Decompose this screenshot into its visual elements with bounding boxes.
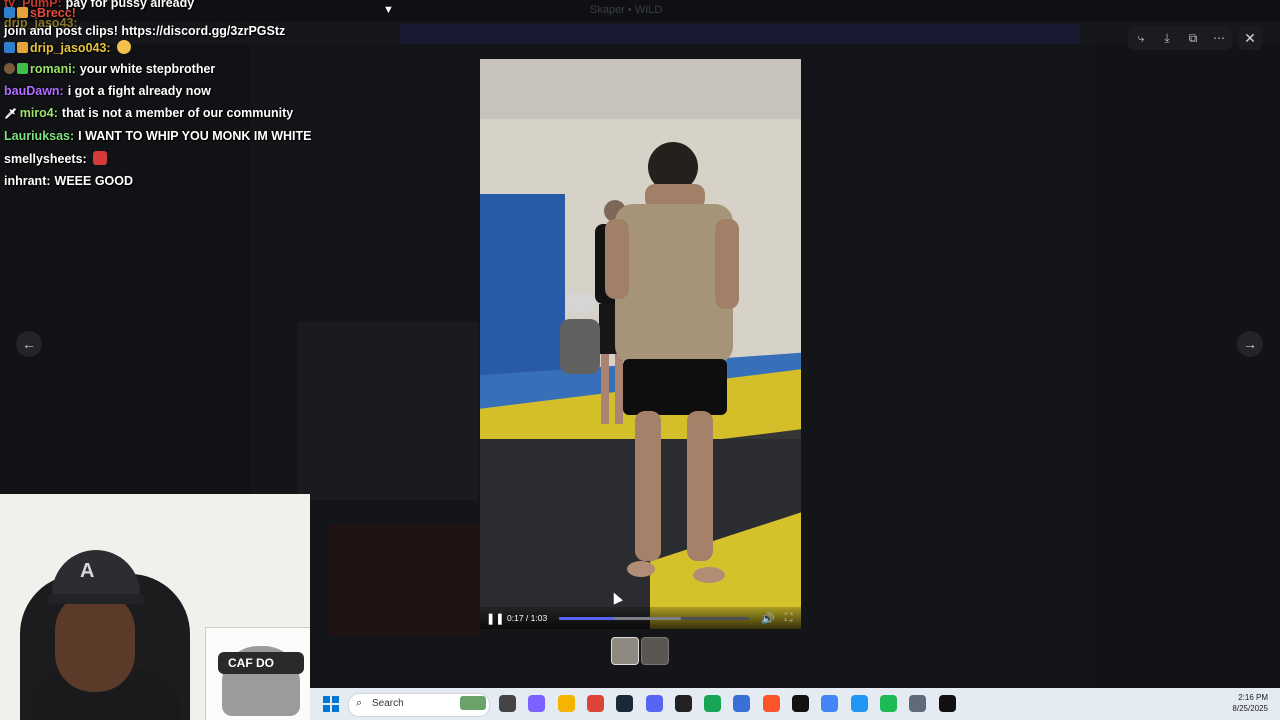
- webcam-overlay: A CAF DO: [0, 494, 310, 720]
- video-seek-bar[interactable]: [559, 616, 749, 620]
- chat-line: romani: your white stepbrother: [4, 62, 215, 76]
- chat-username: Lauriuksas:: [4, 129, 75, 143]
- webcam-face: [55, 592, 135, 692]
- taskbar-app-icon[interactable]: [938, 695, 956, 712]
- background-window-title: Skaper • WILD: [590, 4, 663, 16]
- gift-icon: [17, 63, 28, 74]
- video-timestamp: 0:17 / 1:03: [507, 613, 548, 623]
- volume-icon[interactable]: 🔊: [761, 612, 775, 625]
- chat-message: pay for pussy already: [65, 0, 195, 10]
- background-member-list: [1095, 44, 1280, 694]
- chat-message: join and post clips! https://discord.gg/…: [4, 24, 286, 38]
- open-external-icon[interactable]: ⧉: [1183, 31, 1203, 46]
- background-media-card: [298, 322, 478, 500]
- poster-text: CAF DO: [228, 656, 274, 670]
- more-icon[interactable]: ⋯: [1209, 31, 1229, 45]
- taskbar-app-icon[interactable]: [909, 695, 927, 712]
- background-media-card-2: [330, 525, 480, 635]
- chat-message: that is not a member of our community: [61, 106, 294, 120]
- taskbar-app-icon[interactable]: [879, 695, 897, 712]
- avatar-badge-icon: [4, 63, 15, 74]
- sword-icon: 🗡: [4, 109, 17, 120]
- taskbar-date: 8/25/2025: [1232, 704, 1268, 713]
- emote-icon: [116, 40, 131, 54]
- search-highlight-icon: [460, 696, 486, 710]
- chat-line: Lauriuksas: I WANT TO WHIP YOU MONK IM WH…: [4, 129, 312, 143]
- chat-username: romani:: [30, 62, 76, 76]
- media-thumbnail[interactable]: [641, 637, 669, 665]
- video-shade: [480, 59, 801, 629]
- chat-username: inhrant:: [4, 174, 51, 188]
- emote-icon: [92, 151, 107, 165]
- pause-icon[interactable]: ❚❚: [486, 612, 504, 625]
- taskbar-app-icon[interactable]: [704, 695, 722, 712]
- taskbar-app-icon[interactable]: [850, 695, 868, 712]
- windows-start-icon[interactable]: [323, 696, 339, 712]
- taskbar-app-icon[interactable]: [792, 695, 809, 712]
- chat-username: bauDawn:: [4, 84, 64, 98]
- taskbar-app-icon[interactable]: [557, 695, 575, 712]
- chat-line: smellysheets:: [4, 151, 107, 166]
- video-progress-bar: [559, 616, 615, 620]
- background-banner: [400, 24, 1080, 44]
- chat-line: 🗡 miro4: that is not a member of our commu…: [4, 106, 293, 120]
- video-player[interactable]: [480, 59, 801, 629]
- taskbar-clock[interactable]: 2:16 PM 8/25/2025: [1218, 692, 1268, 714]
- chat-line: bauDawn: i got a fight already now: [4, 84, 211, 98]
- webcam-cap-brim: [48, 594, 144, 604]
- video-controls: ❚❚ 0:17 / 1:03 🔊 ⛶: [480, 607, 801, 629]
- close-viewer-button[interactable]: ✕: [1238, 26, 1262, 50]
- chat-message: your white stepbrother: [79, 62, 216, 76]
- taskbar-app-icon[interactable]: [645, 695, 663, 712]
- pin-icon: ▼: [383, 4, 394, 16]
- crown-icon: [17, 42, 28, 53]
- viewer-toolbar: ⤷ ⤓ ⧉ ⋯: [1128, 26, 1232, 50]
- chat-username: smellysheets:: [4, 152, 87, 166]
- taskbar-app-icon[interactable]: [733, 695, 751, 712]
- badge-icon: [4, 42, 15, 53]
- chat-message: I WANT TO WHIP YOU MONK IM WHITE: [78, 129, 312, 143]
- taskbar-app-icon[interactable]: [762, 695, 780, 712]
- taskbar-app-icon[interactable]: [499, 695, 516, 712]
- taskbar-time: 2:16 PM: [1238, 693, 1268, 702]
- chat-message: i got a fight already now: [67, 84, 211, 98]
- search-icon: ⌕: [356, 697, 363, 709]
- taskbar-app-icon[interactable]: [674, 695, 692, 712]
- taskbar-app-icon[interactable]: [586, 695, 604, 712]
- chat-username: miro4:: [19, 106, 58, 120]
- fullscreen-icon[interactable]: ⛶: [785, 612, 793, 625]
- cap-logo-icon: A: [80, 560, 95, 582]
- share-icon[interactable]: ⤷: [1131, 31, 1151, 46]
- taskbar-app-icon[interactable]: [821, 695, 839, 712]
- taskbar-app-icon[interactable]: [528, 695, 546, 712]
- media-thumbnail[interactable]: [611, 637, 639, 665]
- media-thumbnail-strip: [611, 637, 669, 665]
- chat-line: join and post clips! https://discord.gg/…: [4, 24, 285, 38]
- previous-media-button[interactable]: ←: [16, 331, 42, 357]
- chat-message: WEEE GOOD: [54, 174, 134, 188]
- chat-line: inhrant: WEEE GOOD: [4, 174, 133, 188]
- taskbar-app-icon[interactable]: [616, 695, 634, 712]
- next-media-button[interactable]: →: [1237, 331, 1263, 357]
- chat-username: drip_jaso043:: [30, 41, 111, 55]
- download-icon[interactable]: ⤓: [1157, 31, 1177, 46]
- taskbar-search-placeholder: Search: [372, 698, 404, 709]
- chat-line: drip_jaso043:: [4, 40, 131, 55]
